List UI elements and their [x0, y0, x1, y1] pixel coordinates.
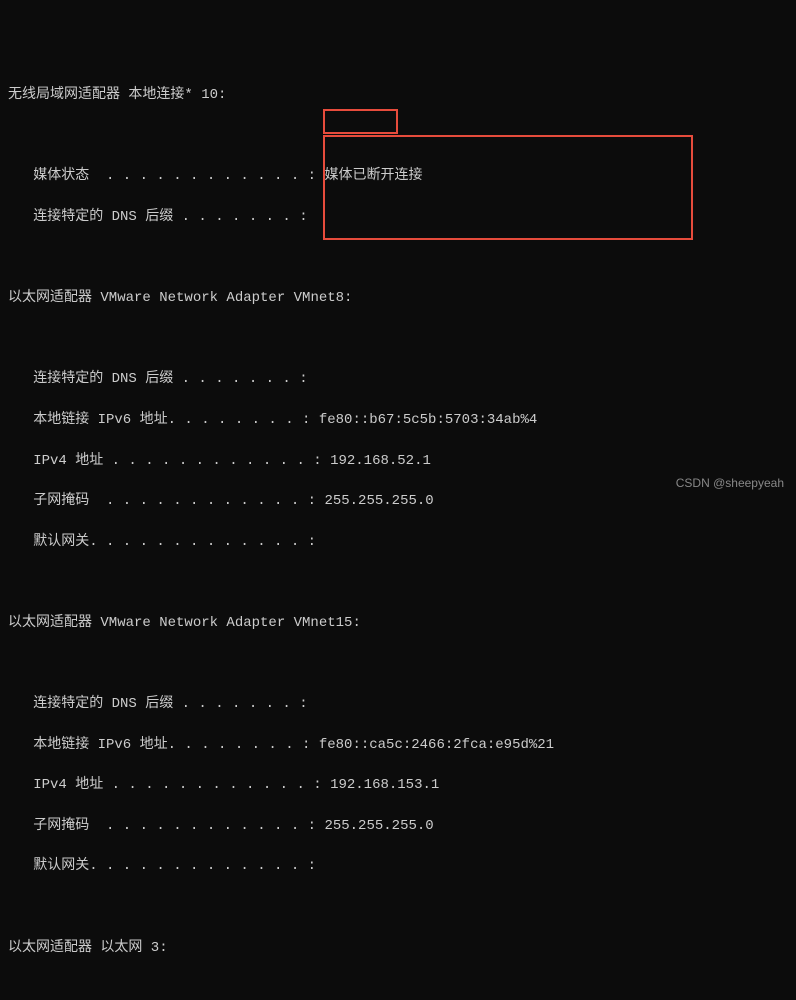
- blank-line: [8, 248, 788, 268]
- blank-line: [8, 126, 788, 146]
- label: 子网掩码 . . . . . . . . . . . . :: [8, 493, 324, 509]
- adapter-vmnet15-ipv4: IPv4 地址 . . . . . . . . . . . . : 192.16…: [8, 775, 788, 795]
- blank-line: [8, 897, 788, 917]
- label: 本地链接 IPv6 地址. . . . . . . . :: [8, 737, 319, 753]
- value: fe80::b67:5c5b:5703:34ab%4: [319, 412, 537, 428]
- label: 本地链接 IPv6 地址. . . . . . . . :: [8, 412, 319, 428]
- value: fe80::ca5c:2466:2fca:e95d%21: [319, 737, 554, 753]
- blank-line: [8, 572, 788, 592]
- label: IPv4 地址 . . . . . . . . . . . . :: [8, 453, 330, 469]
- value: 192.168.153.1: [330, 777, 439, 793]
- blank-line: [8, 654, 788, 674]
- label: 媒体状态 . . . . . . . . . . . . :: [8, 168, 324, 184]
- adapter-vmnet8-ipv6: 本地链接 IPv6 地址. . . . . . . . : fe80::b67:…: [8, 410, 788, 430]
- adapter-vmnet8-ipv4: IPv4 地址 . . . . . . . . . . . . : 192.16…: [8, 451, 788, 471]
- value: 255.255.255.0: [324, 818, 433, 834]
- adapter-wlan-dns-suffix: 连接特定的 DNS 后缀 . . . . . . . :: [8, 207, 788, 227]
- title-prefix: 以太网适配器 VMware Network Adapter: [8, 290, 294, 306]
- adapter-vmnet15-ipv6: 本地链接 IPv6 地址. . . . . . . . : fe80::ca5c…: [8, 735, 788, 755]
- blank-line: [8, 329, 788, 349]
- title-name: VMnet8:: [294, 290, 353, 306]
- adapter-wlan-media-state: 媒体状态 . . . . . . . . . . . . : 媒体已断开连接: [8, 166, 788, 186]
- value: 媒体已断开连接: [324, 168, 422, 184]
- adapter-eth3-title: 以太网适配器 以太网 3:: [8, 938, 788, 958]
- adapter-vmnet8-title: 以太网适配器 VMware Network Adapter VMnet8:: [8, 288, 788, 308]
- value: 255.255.255.0: [324, 493, 433, 509]
- adapter-vmnet8-gateway: 默认网关. . . . . . . . . . . . . :: [8, 532, 788, 552]
- watermark-text: CSDN @sheepyeah: [676, 475, 784, 492]
- adapter-vmnet8-mask: 子网掩码 . . . . . . . . . . . . : 255.255.2…: [8, 491, 788, 511]
- adapter-vmnet15-title: 以太网适配器 VMware Network Adapter VMnet15:: [8, 613, 788, 633]
- value: 192.168.52.1: [330, 453, 431, 469]
- adapter-vmnet15-dns-suffix: 连接特定的 DNS 后缀 . . . . . . . :: [8, 694, 788, 714]
- label: IPv4 地址 . . . . . . . . . . . . :: [8, 777, 330, 793]
- adapter-vmnet8-dns-suffix: 连接特定的 DNS 后缀 . . . . . . . :: [8, 369, 788, 389]
- adapter-vmnet15-gateway: 默认网关. . . . . . . . . . . . . :: [8, 856, 788, 876]
- adapter-wlan-title: 无线局域网适配器 本地连接* 10:: [8, 85, 788, 105]
- adapter-vmnet15-mask: 子网掩码 . . . . . . . . . . . . : 255.255.2…: [8, 816, 788, 836]
- label: 子网掩码 . . . . . . . . . . . . :: [8, 818, 324, 834]
- blank-line: [8, 978, 788, 998]
